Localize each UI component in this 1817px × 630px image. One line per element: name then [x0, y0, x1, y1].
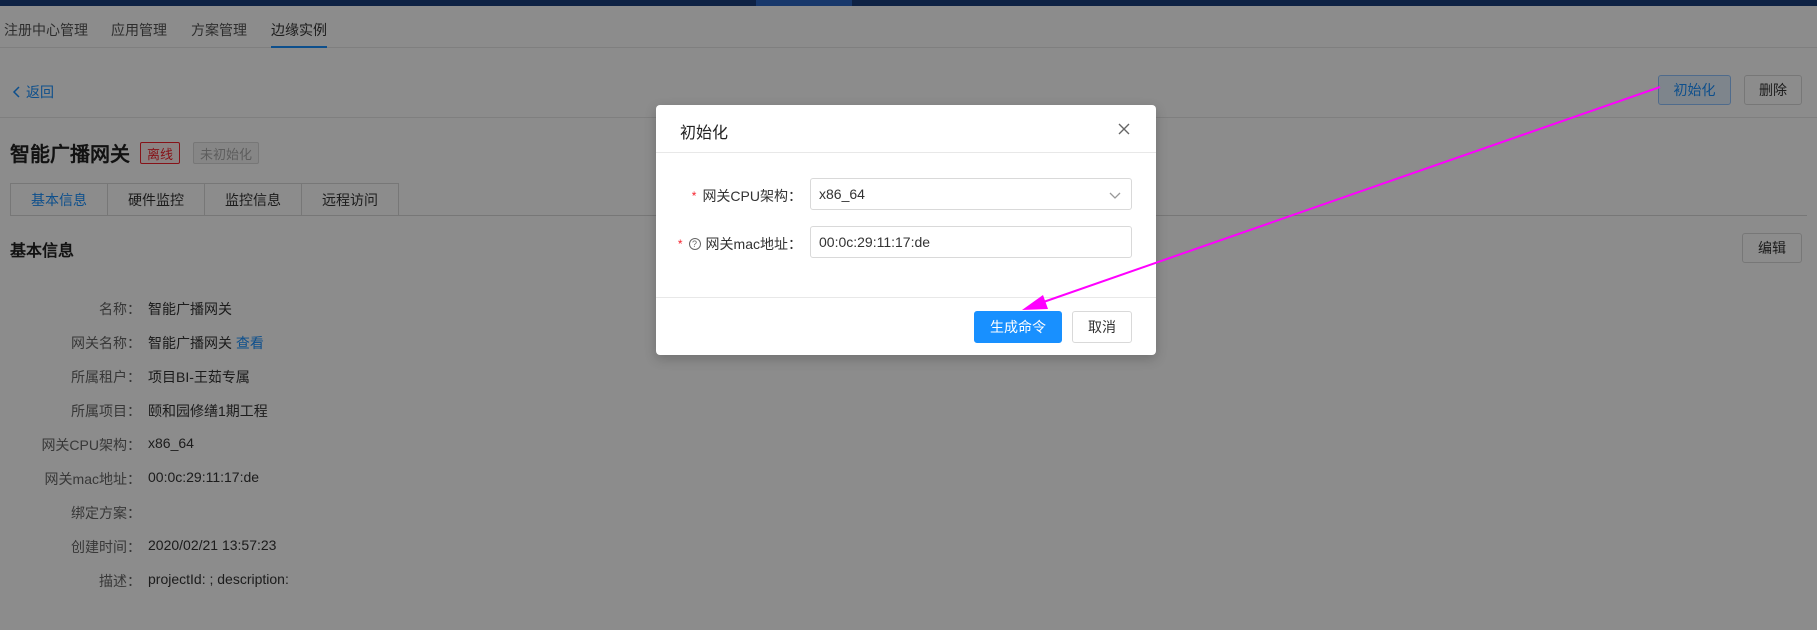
cpu-arch-value: x86_64 — [819, 186, 865, 202]
mac-label-text: 网关mac地址： — [705, 236, 802, 252]
required-mark: * — [677, 237, 683, 251]
modal-title: 初始化 — [680, 125, 729, 142]
close-icon[interactable] — [1116, 121, 1132, 137]
mac-label: *? 网关mac地址： — [678, 234, 802, 254]
cpu-arch-select[interactable]: x86_64 — [810, 178, 1132, 210]
modal-header: 初始化 — [656, 105, 1156, 153]
cpu-arch-label: * 网关CPU架构： — [692, 186, 802, 206]
cancel-button[interactable]: 取消 — [1072, 311, 1132, 343]
chevron-down-icon — [1109, 192, 1121, 199]
cpu-arch-label-text: 网关CPU架构： — [702, 188, 802, 204]
required-mark: * — [691, 189, 697, 203]
generate-command-button[interactable]: 生成命令 — [974, 311, 1062, 343]
modal-footer: 生成命令 取消 — [656, 297, 1156, 355]
mac-address-input[interactable] — [810, 226, 1132, 258]
form-row-mac: *? 网关mac地址： — [656, 226, 1156, 258]
initialize-modal: 初始化 * 网关CPU架构： x86_64 *? 网关mac地址： 生成命令 取消 — [656, 105, 1156, 355]
question-icon[interactable]: ? — [688, 238, 701, 250]
form-row-cpu-arch: * 网关CPU架构： x86_64 — [656, 178, 1156, 210]
